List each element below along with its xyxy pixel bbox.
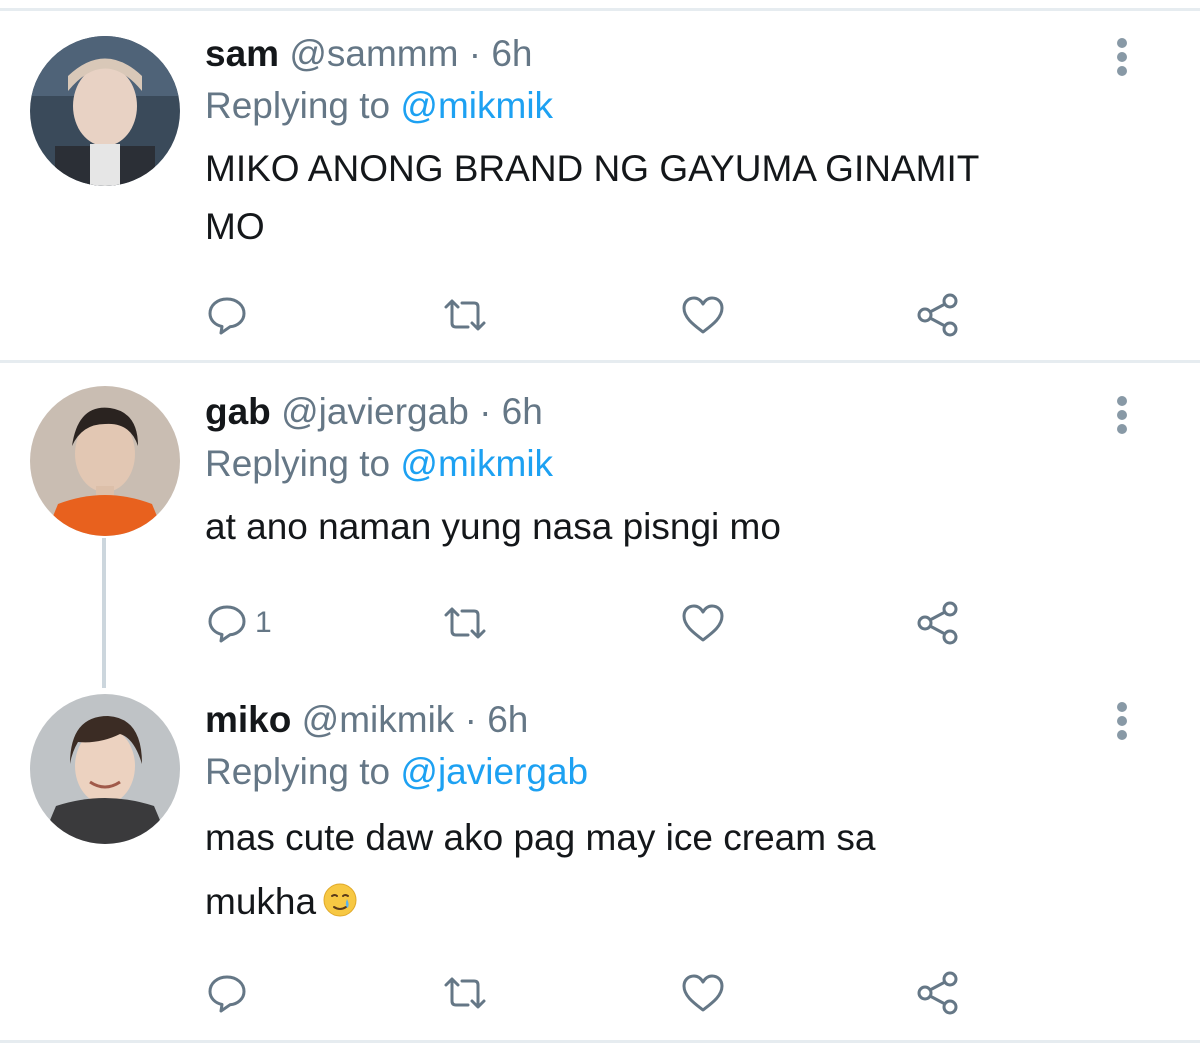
tweet-actions xyxy=(205,968,985,1018)
tweet-text: MIKO ANONG BRAND NG GAYUMA GINAMIT MO xyxy=(205,140,1135,256)
tweet-text-line: mas cute daw ako pag may ice cream sa xyxy=(205,817,876,858)
replying-handle-link[interactable]: @mikmik xyxy=(400,443,553,484)
tweet-text: mas cute daw ako pag may ice cream sa mu… xyxy=(205,806,1135,934)
display-name[interactable]: sam xyxy=(205,33,279,74)
reply-button[interactable] xyxy=(205,968,255,1018)
tweet-miko[interactable]: miko @mikmik · 6h Replying to @javiergab… xyxy=(0,680,1200,1036)
timestamp[interactable]: 6h xyxy=(502,391,543,432)
like-button[interactable] xyxy=(680,598,726,648)
avatar[interactable] xyxy=(30,386,180,536)
bottom-divider xyxy=(0,1040,1200,1043)
separator-dot: · xyxy=(464,699,477,740)
replying-to: Replying to @javiergab xyxy=(205,746,1135,798)
tweet-actions xyxy=(205,290,985,340)
avatar-image xyxy=(30,36,180,186)
user-handle[interactable]: @sammm xyxy=(289,33,458,74)
avatar[interactable] xyxy=(30,694,180,844)
share-button[interactable] xyxy=(915,598,961,648)
retweet-button[interactable] xyxy=(440,968,490,1018)
reply-icon xyxy=(208,605,246,643)
tweet-header: sam @sammm · 6h xyxy=(205,28,1135,80)
tweet-actions: 1 xyxy=(205,598,985,648)
top-divider xyxy=(0,8,1200,11)
tweet-gab[interactable]: gab @javiergab · 6h Replying to @mikmik … xyxy=(0,364,1200,688)
replying-handle-link[interactable]: @javiergab xyxy=(400,751,588,792)
replying-handle-link[interactable]: @mikmik xyxy=(400,85,553,126)
retweet-icon xyxy=(444,299,486,331)
like-icon xyxy=(682,604,724,642)
tweet-text-line: MO xyxy=(205,206,265,247)
tweet-text: at ano naman yung nasa pisngi mo xyxy=(205,498,1135,556)
avatar-image xyxy=(30,694,180,844)
tweet-divider xyxy=(0,360,1200,363)
retweet-button[interactable] xyxy=(440,598,490,648)
share-icon xyxy=(917,293,958,337)
avatar-image xyxy=(30,386,180,536)
tweet-header: gab @javiergab · 6h xyxy=(205,386,1135,438)
reply-icon xyxy=(208,297,246,335)
separator-dot: · xyxy=(468,33,482,74)
timestamp[interactable]: 6h xyxy=(487,699,528,740)
timestamp[interactable]: 6h xyxy=(491,33,532,74)
replying-prefix: Replying to xyxy=(205,751,391,792)
tweet-text-line: MIKO ANONG BRAND NG GAYUMA GINAMIT xyxy=(205,148,980,189)
more-options-icon[interactable] xyxy=(1110,700,1134,740)
replying-to: Replying to @mikmik xyxy=(205,438,1135,490)
tweet-text-line: mukha xyxy=(205,870,1135,934)
reply-button[interactable]: 1 xyxy=(205,598,272,648)
replying-to: Replying to @mikmik xyxy=(205,80,1135,132)
more-options-icon[interactable] xyxy=(1110,394,1134,434)
avatar[interactable] xyxy=(30,36,180,186)
separator-dot: · xyxy=(479,391,492,432)
user-handle[interactable]: @javiergab xyxy=(281,391,469,432)
tweet-text-line: at ano naman yung nasa pisngi mo xyxy=(205,506,781,547)
like-button[interactable] xyxy=(680,290,726,340)
share-button[interactable] xyxy=(915,290,961,340)
tweet-text-word: mukha xyxy=(205,881,317,922)
like-button[interactable] xyxy=(680,968,726,1018)
share-icon xyxy=(917,601,958,645)
retweet-button[interactable] xyxy=(440,290,490,340)
replying-prefix: Replying to xyxy=(205,443,391,484)
replying-prefix: Replying to xyxy=(205,85,391,126)
crying-face-emoji-icon xyxy=(323,883,357,917)
reply-button[interactable] xyxy=(205,290,255,340)
reply-count: 1 xyxy=(255,606,272,639)
display-name[interactable]: gab xyxy=(205,391,271,432)
retweet-icon xyxy=(444,977,486,1009)
like-icon xyxy=(682,296,724,334)
reply-icon xyxy=(208,975,246,1013)
share-icon xyxy=(917,971,958,1015)
user-handle[interactable]: @mikmik xyxy=(302,699,455,740)
thread-connector xyxy=(102,538,106,688)
display-name[interactable]: miko xyxy=(205,699,291,740)
tweet-sam[interactable]: sam @sammm · 6h Replying to @mikmik MIKO… xyxy=(0,12,1200,360)
more-options-icon[interactable] xyxy=(1110,36,1134,76)
retweet-icon xyxy=(444,607,486,639)
like-icon xyxy=(682,974,724,1012)
share-button[interactable] xyxy=(915,968,961,1018)
tweet-header: miko @mikmik · 6h xyxy=(205,694,1135,746)
